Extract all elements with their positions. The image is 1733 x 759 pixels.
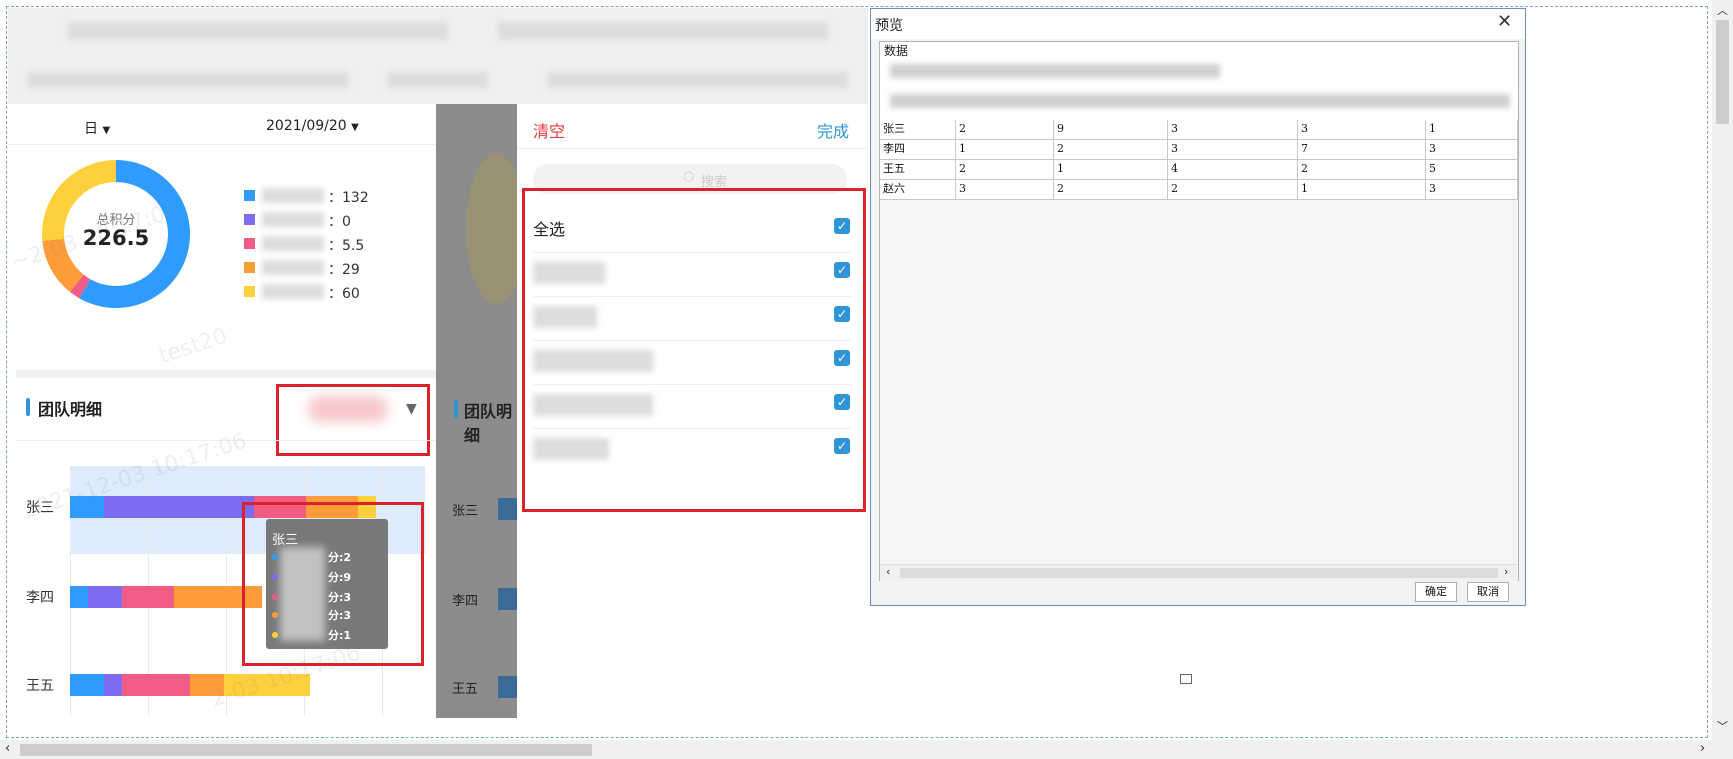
bar-segment[interactable]: [70, 674, 104, 696]
bar-segment[interactable]: [122, 674, 190, 696]
grid-cell[interactable]: 3: [1168, 140, 1298, 160]
dialog-titlebar: 预览 ✕: [871, 9, 1525, 39]
bar-row-label: 王五: [452, 682, 479, 697]
dialog-title: 预览: [875, 18, 903, 34]
divider: [533, 340, 851, 341]
item-checkbox[interactable]: ✓: [834, 394, 850, 410]
grid-cell[interactable]: 3: [1426, 180, 1518, 200]
grid-row-header[interactable]: 王五: [880, 160, 956, 180]
vertical-scrollbar[interactable]: ︿ ﹀: [1712, 0, 1733, 740]
grid-cell[interactable]: 2: [1054, 140, 1168, 160]
tooltip-dot: [272, 594, 278, 600]
bar-segment[interactable]: [88, 586, 122, 608]
small-widget-icon: [1180, 674, 1192, 684]
chevron-left-icon[interactable]: ‹: [5, 741, 10, 756]
bar-row-label: 李四: [452, 594, 479, 609]
item-checkbox[interactable]: ✓: [834, 438, 850, 454]
grid-row-header[interactable]: 张三: [880, 120, 956, 140]
grid-cell[interactable]: 2: [1168, 180, 1298, 200]
chevron-right-icon[interactable]: ›: [1700, 741, 1705, 756]
blurred-text: [890, 64, 1220, 78]
grid-cell[interactable]: 7: [1298, 140, 1426, 160]
blurred-header: [890, 94, 1510, 108]
tooltip-value: 分:2: [328, 551, 352, 564]
item-checkbox[interactable]: ✓: [834, 306, 850, 322]
chevron-up-icon[interactable]: ︿: [1717, 2, 1728, 18]
grid-cell[interactable]: 1: [1054, 160, 1168, 180]
grid-cell[interactable]: 3: [1168, 120, 1298, 140]
grid-cell[interactable]: 4: [1168, 160, 1298, 180]
grid-scroll-thumb[interactable]: [900, 568, 1498, 578]
grid-cell[interactable]: 1: [956, 140, 1054, 160]
grid-row-header[interactable]: 赵六: [880, 180, 956, 200]
blurred-item-name: [533, 394, 653, 416]
data-tab-label[interactable]: 数据: [884, 42, 908, 59]
grid-cell[interactable]: 2: [956, 120, 1054, 140]
chevron-left-icon[interactable]: ‹: [886, 565, 890, 578]
vscroll-thumb[interactable]: [1716, 20, 1729, 124]
chevron-down-icon[interactable]: ﹀: [1717, 718, 1728, 734]
grid-hscrollbar[interactable]: ‹ ›: [880, 564, 1518, 581]
horizontal-scrollbar[interactable]: ‹ ›: [0, 740, 1733, 759]
hscroll-thumb[interactable]: [20, 744, 592, 756]
divider: [533, 384, 851, 385]
grid-cell[interactable]: 9: [1054, 120, 1168, 140]
tooltip-value: 分:1: [328, 629, 352, 642]
blurred-text: [388, 72, 488, 88]
item-checkbox[interactable]: ✓: [834, 262, 850, 278]
grid-cell[interactable]: 3: [1426, 140, 1518, 160]
blurred-item-name: [533, 262, 605, 284]
grid-cell[interactable]: 1: [1426, 120, 1518, 140]
preview-dialog: 预览 ✕ 数据 张三 2 9 3 3 1 李四 1 2 3 7 3 王五 2 1 4 2 5 赵六 3 2 2 1 3 ‹ ›…: [870, 8, 1526, 606]
grid-cell[interactable]: 3: [956, 180, 1054, 200]
item-checkbox[interactable]: ✓: [834, 350, 850, 366]
filter-sheet: 清空 完成 ○ 搜索 全选 ✓ ✓ ✓ ✓ ✓ ✓: [517, 104, 867, 718]
chevron-right-icon[interactable]: ›: [1504, 565, 1508, 578]
bar-segment: [498, 588, 517, 610]
tooltip-dot: [272, 612, 278, 618]
bar-segment[interactable]: [122, 586, 174, 608]
tooltip-value: 分:3: [328, 609, 352, 622]
grid-cell[interactable]: 2: [956, 160, 1054, 180]
grid-row-header[interactable]: 李四: [880, 140, 956, 160]
data-grid-panel: 数据 张三 2 9 3 3 1 李四 1 2 3 7 3 王五 2 1 4 2 5 赵六 3 2 2 1 3 ‹ ›: [879, 41, 1519, 581]
dimmed-background[interactable]: 团队明细 张三 李四 王五: [436, 104, 526, 718]
grid-cell[interactable]: 5: [1426, 160, 1518, 180]
divider: [533, 428, 851, 429]
cancel-button[interactable]: 取消: [1467, 582, 1509, 602]
grid-cell[interactable]: 2: [1298, 160, 1426, 180]
grid-cell[interactable]: 2: [1054, 180, 1168, 200]
bar-segment: [498, 676, 517, 698]
tooltip-dot: [272, 632, 278, 638]
chart-tooltip: 张三 分:2 分:9 分:3 分:3 分:1: [266, 519, 388, 649]
bar-segment[interactable]: [104, 674, 122, 696]
tooltip-dot: [272, 574, 278, 580]
bar-segment: [498, 498, 517, 520]
close-icon[interactable]: ✕: [1497, 11, 1512, 32]
left-mobile-panel: 日 ▼ 2021/09/20 ▼ 总积分 226.5 ：132 ：0 ：5.5 ：29…: [8, 104, 436, 718]
blurred-text: [28, 72, 348, 88]
bar-segment[interactable]: [70, 586, 88, 608]
bar-row-label: 王五: [26, 678, 54, 694]
blurred-item-name: [533, 438, 609, 460]
blurred-text: [498, 22, 828, 40]
grid-cell[interactable]: 3: [1298, 120, 1426, 140]
blurred-item-name: [533, 306, 597, 328]
bar-row-label: 李四: [26, 590, 54, 606]
bar-segment[interactable]: [104, 496, 254, 518]
grid-cell[interactable]: 1: [1298, 180, 1426, 200]
data-grid: 张三 2 9 3 3 1 李四 1 2 3 7 3 王五 2 1 4 2 5 赵六 3 2 2 1 3: [880, 120, 1518, 210]
top-banner: [8, 8, 868, 104]
tooltip-value: 分:3: [328, 591, 352, 604]
divider: [533, 252, 851, 253]
tooltip-value: 分:9: [328, 571, 352, 584]
bar-row-label: 张三: [452, 504, 479, 519]
tooltip-dot: [272, 554, 278, 560]
divider: [533, 296, 851, 297]
blurred-text: [548, 72, 848, 88]
confirm-button[interactable]: 确定: [1415, 582, 1457, 602]
blurred-item-name: [533, 350, 653, 372]
blurred-text: [68, 22, 448, 40]
